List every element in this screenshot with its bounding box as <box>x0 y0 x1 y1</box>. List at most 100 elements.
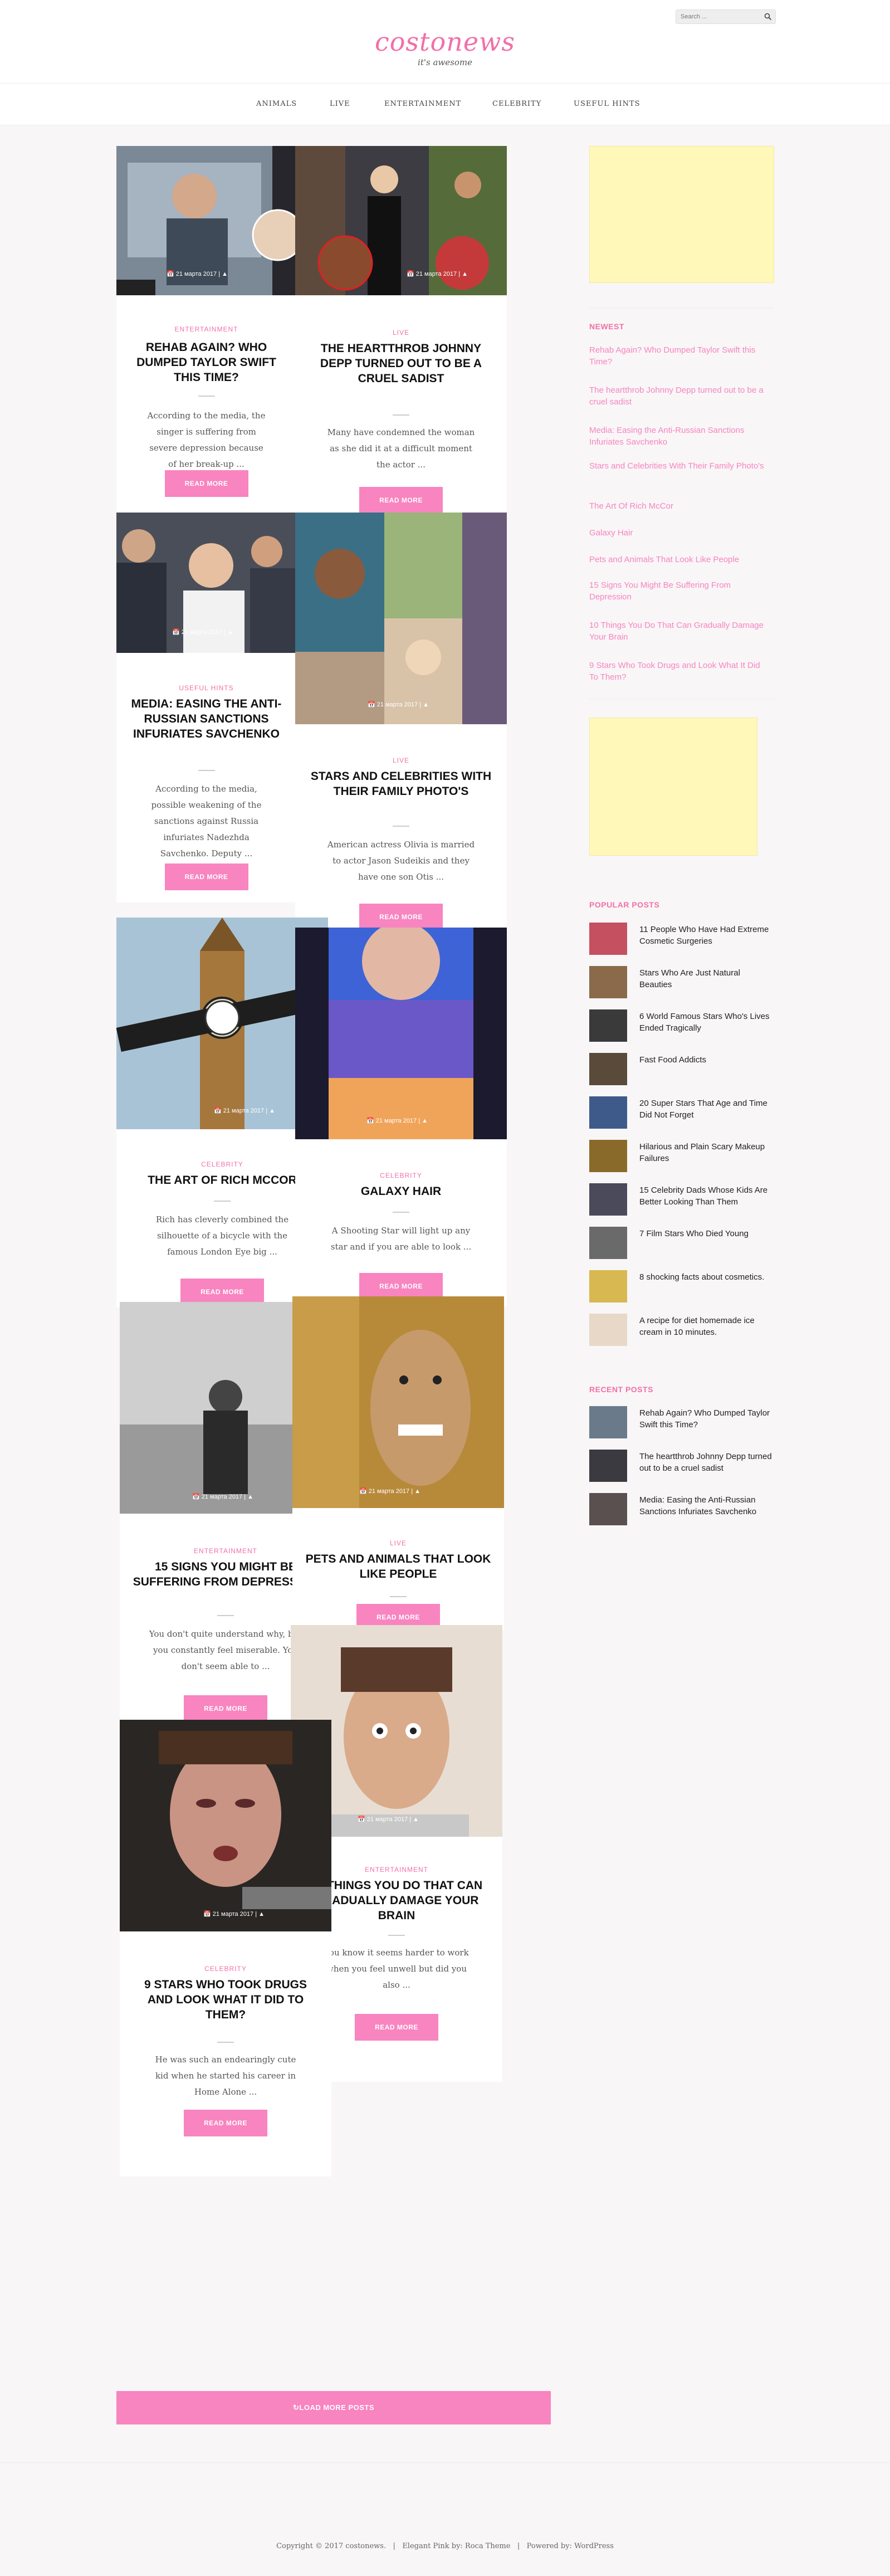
post-image[interactable] <box>120 1720 331 1931</box>
post-thumbnail[interactable] <box>589 1009 627 1042</box>
post-image[interactable] <box>295 513 507 724</box>
theme-credit-link[interactable]: Elegant Pink by: Roca Theme <box>402 2542 510 2550</box>
read-more-button[interactable]: READ MORE <box>164 470 248 497</box>
post-thumbnail[interactable] <box>589 1140 627 1172</box>
recent-post-title[interactable]: The heartthrob Johnny Depp turned out to… <box>639 1451 773 1474</box>
post-title[interactable]: THE ART OF RICH MCCOR <box>128 1173 317 1188</box>
post-title[interactable]: MEDIA: EASING THE ANTI-RUSSIAN SANCTIONS… <box>128 696 285 741</box>
post-category[interactable]: USEFUL HINTS <box>116 684 296 692</box>
popular-post[interactable]: 6 World Famous Stars Who's Lives Ended T… <box>589 1009 774 1043</box>
popular-post-title[interactable]: Fast Food Addicts <box>639 1054 773 1066</box>
post-card: 📅 21 марта 2017 | ▲ CELEBRITY 9 STARS WH… <box>120 1720 331 2177</box>
post-title[interactable]: 15 SIGNS YOU MIGHT BE SUFFERING FROM DEP… <box>131 1559 320 1589</box>
popular-post-title[interactable]: 8 shocking facts about cosmetics. <box>639 1271 773 1283</box>
post-thumbnail[interactable] <box>589 1270 627 1302</box>
post-category[interactable]: LIVE <box>295 329 507 336</box>
read-more-button[interactable]: READ MORE <box>359 487 443 514</box>
read-more-button[interactable]: READ MORE <box>164 863 248 890</box>
popular-post[interactable]: A recipe for diet homemade ice cream in … <box>589 1314 774 1347</box>
post-thumbnail[interactable] <box>589 966 627 998</box>
read-more-button[interactable]: READ MORE <box>359 904 443 930</box>
read-more-button[interactable]: READ MORE <box>184 2110 267 2136</box>
popular-post-title[interactable]: 11 People Who Have Had Extreme Cosmetic … <box>639 924 773 947</box>
popular-post-title[interactable]: 20 Super Stars That Age and Time Did Not… <box>639 1097 773 1121</box>
popular-post[interactable]: Fast Food Addicts <box>589 1053 774 1086</box>
recent-post[interactable]: Rehab Again? Who Dumped Taylor Swift thi… <box>589 1406 774 1440</box>
newest-link[interactable]: Media: Easing the Anti-Russian Sanctions… <box>589 425 767 448</box>
read-more-button[interactable]: READ MORE <box>180 1279 264 1305</box>
newest-link[interactable]: The Art Of Rich McCor <box>589 500 767 512</box>
popular-post-title[interactable]: 15 Celebrity Dads Whose Kids Are Better … <box>639 1184 773 1208</box>
copyright-text: Copyright © 2017 costonews. <box>276 2542 387 2550</box>
post-excerpt: A Shooting Star will light up any star a… <box>330 1226 472 1252</box>
wordpress-credit-link[interactable]: Powered by: WordPress <box>527 2542 614 2550</box>
recent-post[interactable]: The heartthrob Johnny Depp turned out to… <box>589 1450 774 1483</box>
calendar-icon: 📅 <box>407 271 414 277</box>
nav-item-entertainment[interactable]: ENTERTAINMENT <box>384 100 461 108</box>
newest-link[interactable]: Rehab Again? Who Dumped Taylor Swift thi… <box>589 344 767 368</box>
popular-post-title[interactable]: Stars Who Are Just Natural Beauties <box>639 967 773 991</box>
load-more-button[interactable]: ↻LOAD MORE POSTS <box>116 2391 551 2424</box>
nav-item-animals[interactable]: ANIMALS <box>256 100 297 108</box>
popular-post[interactable]: Stars Who Are Just Natural Beauties <box>589 966 774 999</box>
post-thumbnail[interactable] <box>589 1450 627 1482</box>
read-more-button[interactable]: READ MORE <box>359 1273 443 1300</box>
popular-post[interactable]: 15 Celebrity Dads Whose Kids Are Better … <box>589 1183 774 1217</box>
post-title[interactable]: STARS AND CELEBRITIES WITH THEIR FAMILY … <box>306 769 496 799</box>
post-title[interactable]: REHAB AGAIN? WHO DUMPED TAYLOR SWIFT THI… <box>128 340 285 385</box>
post-excerpt: According to the media, the singer is su… <box>147 411 266 469</box>
recent-post-title[interactable]: Media: Easing the Anti-Russian Sanctions… <box>639 1494 773 1518</box>
post-thumbnail[interactable] <box>589 1406 627 1438</box>
recent-post[interactable]: Media: Easing the Anti-Russian Sanctions… <box>589 1493 774 1526</box>
user-icon: ▲ <box>414 1488 421 1495</box>
nav-item-celebrity[interactable]: CELEBRITY <box>492 100 541 108</box>
post-title[interactable]: 9 STARS WHO TOOK DRUGS AND LOOK WHAT IT … <box>131 1977 320 2022</box>
popular-post[interactable]: 20 Super Stars That Age and Time Did Not… <box>589 1096 774 1130</box>
newest-link[interactable]: The heartthrob Johnny Depp turned out to… <box>589 384 767 408</box>
popular-post-title[interactable]: 7 Film Stars Who Died Young <box>639 1228 773 1240</box>
read-more-button[interactable]: READ MORE <box>355 2014 438 2041</box>
popular-post[interactable]: 11 People Who Have Had Extreme Cosmetic … <box>589 923 774 956</box>
calendar-icon: 📅 <box>203 1911 211 1918</box>
post-card: 📅 21 марта 2017 | ▲ USEFUL HINTS MEDIA: … <box>116 513 296 902</box>
newest-link[interactable]: 10 Things You Do That Can Gradually Dama… <box>589 619 767 643</box>
read-more-button[interactable]: READ MORE <box>184 1695 267 1722</box>
popular-post-title[interactable]: Hilarious and Plain Scary Makeup Failure… <box>639 1141 773 1164</box>
post-thumbnail[interactable] <box>589 1493 627 1525</box>
recent-post-title[interactable]: Rehab Again? Who Dumped Taylor Swift thi… <box>639 1407 773 1431</box>
post-thumbnail[interactable] <box>589 923 627 955</box>
post-thumbnail[interactable] <box>589 1183 627 1216</box>
post-title[interactable]: PETS AND ANIMALS THAT LOOK LIKE PEOPLE <box>304 1552 493 1582</box>
sidebar-ad-banner[interactable] <box>589 146 774 283</box>
newest-link[interactable]: 9 Stars Who Took Drugs and Look What It … <box>589 660 767 683</box>
post-category[interactable]: CELEBRITY <box>295 1172 507 1179</box>
newest-link[interactable]: Galaxy Hair <box>589 527 767 539</box>
newest-link[interactable]: 15 Signs You Might Be Suffering From Dep… <box>589 579 767 603</box>
popular-post-title[interactable]: A recipe for diet homemade ice cream in … <box>639 1315 773 1338</box>
popular-post[interactable]: Hilarious and Plain Scary Makeup Failure… <box>589 1140 774 1173</box>
nav-item-useful-hints[interactable]: USEFUL HINTS <box>574 100 640 108</box>
search-input[interactable] <box>676 10 760 23</box>
site-logo[interactable]: costonews <box>0 27 890 57</box>
post-thumbnail[interactable] <box>589 1314 627 1346</box>
post-category[interactable]: ENTERTAINMENT <box>116 325 296 333</box>
sidebar-ad-banner[interactable] <box>589 718 757 856</box>
newest-link[interactable]: Stars and Celebrities With Their Family … <box>589 460 767 472</box>
post-image[interactable] <box>292 1296 504 1508</box>
post-image[interactable] <box>295 146 507 295</box>
post-title[interactable]: THE HEARTTHROB JOHNNY DEPP TURNED OUT TO… <box>306 341 496 386</box>
post-title[interactable]: GALAXY HAIR <box>306 1184 496 1199</box>
post-image[interactable] <box>295 928 507 1139</box>
search-icon[interactable] <box>764 13 772 21</box>
popular-post-title[interactable]: 6 World Famous Stars Who's Lives Ended T… <box>639 1011 773 1034</box>
popular-post[interactable]: 8 shocking facts about cosmetics. <box>589 1270 774 1304</box>
post-thumbnail[interactable] <box>589 1227 627 1259</box>
post-thumbnail[interactable] <box>589 1053 627 1085</box>
post-category[interactable]: LIVE <box>295 757 507 764</box>
post-category[interactable]: LIVE <box>292 1539 504 1547</box>
nav-item-live[interactable]: LIVE <box>330 100 350 108</box>
popular-post[interactable]: 7 Film Stars Who Died Young <box>589 1227 774 1260</box>
post-category[interactable]: CELEBRITY <box>120 1965 331 1973</box>
newest-link[interactable]: Pets and Animals That Look Like People <box>589 554 767 565</box>
post-thumbnail[interactable] <box>589 1096 627 1129</box>
